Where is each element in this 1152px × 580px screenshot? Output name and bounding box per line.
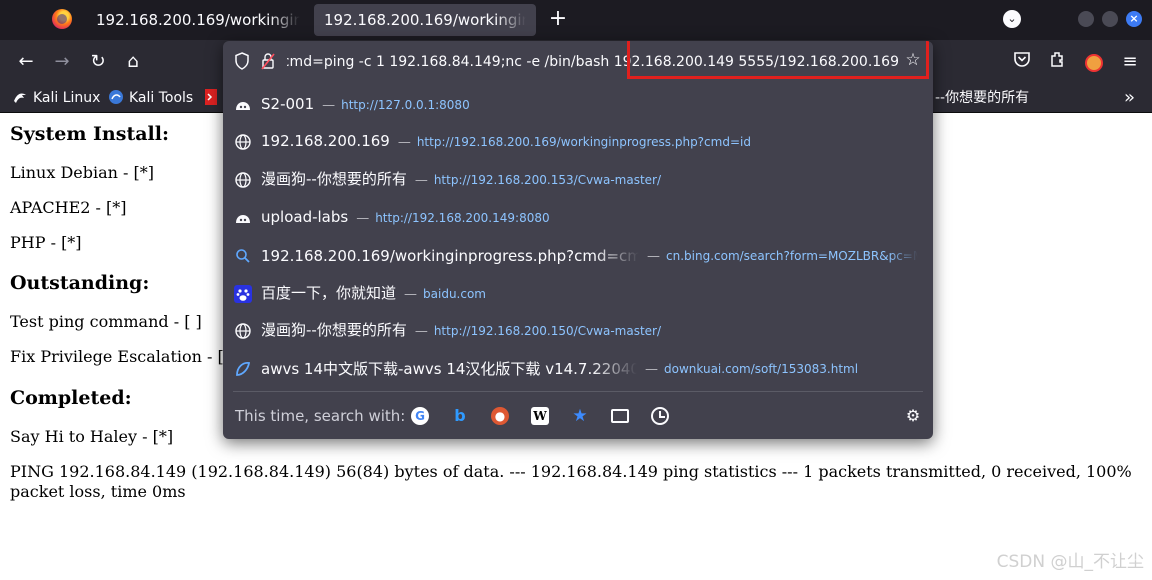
pocket-icon[interactable] (1010, 50, 1034, 74)
suggestion-url: http://192.168.200.149:8080 (375, 211, 550, 225)
window-maximize-button[interactable] (1102, 11, 1118, 27)
suggestion-url: downkuai.com/soft/153083.html (664, 362, 859, 376)
suggestion-item[interactable]: 192.168.200.169— http://192.168.200.169/w… (223, 123, 933, 160)
menu-icon[interactable]: ≡ (1118, 50, 1142, 74)
item-fix-privilege-escalation: Fix Privilege Escalation - [ ] (10, 347, 236, 366)
suggestion-item[interactable]: S2-001— http://127.0.0.1:8080 (223, 86, 933, 123)
urlbar: ☆ (223, 41, 933, 81)
item-linux-debian: Linux Debian - [*] (10, 163, 155, 182)
suggestion-title: 百度一下，你就知道 (261, 284, 397, 302)
forward-icon[interactable]: → (50, 50, 74, 74)
suggestion-item[interactable]: 漫画狗--你想要的所有 — http://192.168.200.153/Cvwa-… (223, 161, 933, 198)
tabs-icon[interactable] (611, 409, 629, 423)
suggestion-item[interactable]: awvs 14中文版下载-awvs 14汉化版下载 v14.7.22040106… (223, 350, 933, 387)
suggestion-title: upload-labs (261, 208, 349, 226)
suggestion-title: 192.168.200.169/workinginprogress.php?cm… (261, 247, 639, 265)
search-with-label: This time, search with: (235, 407, 406, 425)
tracking-protection-shield-icon[interactable] (234, 52, 250, 70)
bookmark-manhuagou-label: --你想要的所有 (935, 90, 1030, 106)
bookmarks-star-icon[interactable]: ★ (571, 407, 589, 425)
bookmarks-overflow-icon[interactable]: » (1124, 84, 1135, 112)
heading-system-install: System Install: (10, 123, 169, 145)
red-tool-icon (205, 87, 221, 105)
csdn-watermark: CSDN @山_不让尘 (996, 552, 1144, 572)
suggestion-title: awvs 14中文版下载-awvs 14汉化版下载 v14.7.22040106… (261, 360, 637, 378)
tab-bar: 192.168.200.169/workinginprogress.php?cm… (0, 0, 1152, 40)
insecure-lock-icon[interactable] (261, 52, 275, 70)
item-say-hi-haley: Say Hi to Haley - [*] (10, 427, 174, 446)
tab-2-active[interactable]: 192.168.200.169/workinginprogress.php?cm… (314, 4, 536, 36)
window-close-button[interactable]: × (1126, 11, 1142, 27)
item-test-ping: Test ping command - [ ] (10, 312, 202, 331)
google-icon[interactable]: G (411, 407, 429, 425)
item-php: PHP - [*] (10, 233, 82, 252)
tab-icon (234, 96, 252, 114)
downkuai-icon (234, 360, 252, 378)
suggestion-item[interactable]: 百度一下，你就知道 — baidu.com (223, 275, 933, 312)
item-apache2: APACHE2 - [*] (10, 198, 127, 217)
globe-icon (234, 171, 252, 189)
extensions-icon[interactable] (1046, 50, 1070, 74)
suggestion-url: http://127.0.0.1:8080 (341, 98, 470, 112)
bookmark-star-icon[interactable]: ☆ (903, 50, 923, 70)
list-all-tabs-icon[interactable]: ⌄ (1003, 10, 1021, 28)
kali-dragon-icon (12, 87, 28, 103)
suggestion-url: http://192.168.200.150/Cvwa-master/ (433, 324, 662, 338)
bookmark-kali-tools[interactable]: Kali Tools (108, 84, 193, 112)
new-tab-button[interactable]: + (547, 8, 569, 30)
url-input[interactable] (287, 51, 899, 73)
tab-2-label: 192.168.200.169/workinginprogress.php?cm… (324, 11, 526, 29)
suggestion-title: S2-001 (261, 95, 315, 113)
window-minimize-button[interactable] (1078, 11, 1094, 27)
tab-1[interactable]: 192.168.200.169/workinginprogress.php?cm… (86, 4, 310, 36)
tab-icon (234, 209, 252, 227)
bing-icon[interactable]: b (451, 407, 469, 425)
firefox-logo-icon[interactable] (52, 9, 72, 29)
baidu-icon (234, 285, 252, 303)
search-settings-gear-icon[interactable]: ⚙ (904, 407, 922, 425)
divider (233, 391, 923, 392)
ping-output: PING 192.168.84.149 (192.168.84.149) 56(… (10, 462, 1132, 501)
suggestion-url: baidu.com (423, 287, 486, 301)
globe-icon (234, 133, 252, 151)
back-icon[interactable]: ← (14, 50, 38, 74)
kali-tools-icon (108, 87, 124, 104)
account-icon[interactable] (1082, 50, 1106, 74)
wikipedia-icon[interactable]: W (531, 407, 549, 425)
urlbar-dropdown: ☆ S2-001—http://127.0.0.1:8080 192.168.2… (223, 41, 933, 439)
tab-1-label: 192.168.200.169/workinginprogress.php?cm… (96, 11, 300, 29)
suggestion-item[interactable]: 192.168.200.169/workinginprogress.php?cm… (223, 237, 933, 274)
globe-icon (234, 322, 252, 340)
suggestion-url: http://192.168.200.153/Cvwa-master/ (433, 173, 662, 187)
bookmark-kali-linux[interactable]: Kali Linux (12, 84, 100, 112)
heading-outstanding: Outstanding: (10, 272, 150, 294)
history-icon[interactable] (651, 407, 669, 425)
bookmark-kali-linux-label: Kali Linux (33, 90, 101, 106)
search-icon (234, 247, 252, 265)
suggestion-title: 漫画狗--你想要的所有 (261, 321, 407, 339)
reload-icon[interactable]: ↻ (86, 50, 110, 74)
suggestion-item[interactable]: 漫画狗--你想要的所有 — http://192.168.200.150/Cvwa-… (223, 312, 933, 349)
suggestion-url: http://192.168.200.169/workinginprogress… (416, 135, 751, 149)
suggestion-url: cn.bing.com/search?form=MOZLBR&pc=MOZI (666, 249, 918, 263)
suggestion-title: 漫画狗--你想要的所有 (261, 170, 407, 188)
bookmark-kali-tools-label: Kali Tools (129, 90, 194, 106)
suggestion-item[interactable]: upload-labs — http://192.168.200.149:8080 (223, 199, 933, 236)
heading-completed: Completed: (10, 387, 132, 409)
home-icon[interactable]: ⌂ (121, 50, 145, 74)
suggestion-title: 192.168.200.169 (261, 132, 390, 150)
bookmark-manhuagou[interactable]: --你想要的所有 (935, 84, 1029, 112)
duckduckgo-icon[interactable]: ● (491, 407, 509, 425)
